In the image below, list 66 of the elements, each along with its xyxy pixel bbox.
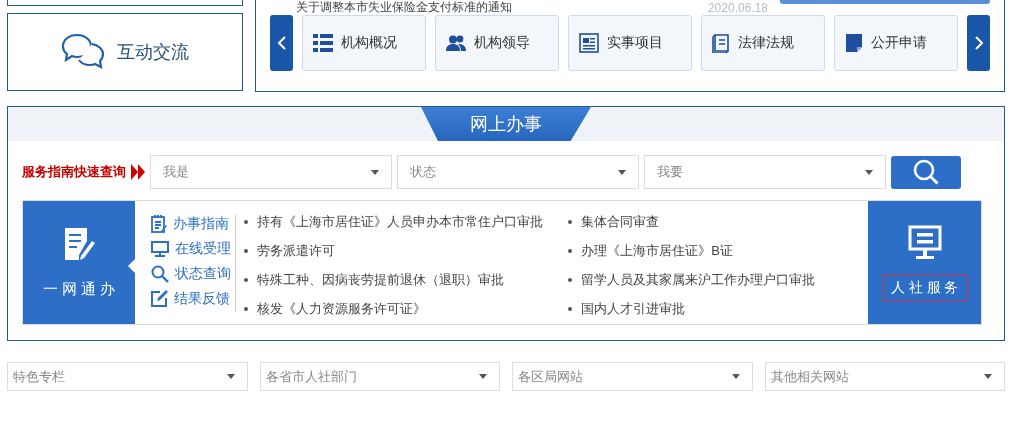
- news-date: 2020.06.18: [707, 0, 768, 15]
- bullet-icon: [244, 219, 249, 224]
- service-link[interactable]: 状态查询: [150, 263, 236, 284]
- monitor-icon: [150, 240, 169, 257]
- previous-button[interactable]: [270, 15, 293, 71]
- caret-icon: [865, 169, 873, 175]
- note-icon: [845, 33, 863, 53]
- caret-icon: [226, 374, 235, 379]
- search-button[interactable]: [891, 155, 961, 189]
- bullet-icon: [568, 306, 573, 311]
- quick-search-label: 服务指南快速查询: [22, 163, 126, 181]
- dropdown-field[interactable]: 状态: [397, 155, 639, 189]
- nav-tile[interactable]: 机构领导: [435, 15, 559, 71]
- one-network-panel[interactable]: 一 网 通 办: [23, 201, 135, 324]
- people-icon: [446, 35, 466, 51]
- dropdown-field[interactable]: 我是: [150, 155, 392, 189]
- chevron-left-icon: [277, 36, 286, 50]
- bullet-icon: [244, 248, 249, 253]
- section-title: 网上办事: [421, 107, 591, 141]
- caret-icon: [984, 374, 992, 379]
- bullet-icon: [244, 277, 249, 282]
- bullet-icon: [568, 277, 573, 282]
- dropdown-field[interactable]: 各区局网站: [512, 362, 753, 391]
- list-icon: [313, 34, 333, 52]
- search-icon: [150, 264, 169, 283]
- document-edit-icon: [62, 226, 95, 262]
- service-item[interactable]: 持有《上海市居住证》人员申办本市常住户口审批: [244, 207, 569, 236]
- nav-tile[interactable]: 实事项目: [568, 15, 692, 71]
- caret-icon: [371, 169, 379, 175]
- edit-icon: [150, 290, 168, 307]
- interaction-card[interactable]: 互动交流: [7, 13, 243, 91]
- caret-icon: [618, 169, 626, 175]
- service-item[interactable]: 国内人才引进审批: [568, 294, 869, 323]
- service-item[interactable]: 集体合同审查: [568, 207, 869, 236]
- bullet-icon: [568, 248, 573, 253]
- service-link[interactable]: 结果反馈: [150, 288, 236, 309]
- service-item[interactable]: 核发《人力资源服务许可证》: [244, 294, 569, 323]
- dropdown-field[interactable]: 我要: [644, 155, 886, 189]
- hr-service-button[interactable]: 人 社 服 务: [881, 274, 968, 301]
- service-item[interactable]: 留学人员及其家属来沪工作办理户口审批: [568, 265, 869, 294]
- news-link[interactable]: 关于调整本市失业保险金支付标准的通知: [296, 0, 696, 16]
- monitor-icon: [906, 224, 943, 261]
- nav-tile[interactable]: 公开申请: [834, 15, 958, 71]
- caret-icon: [479, 374, 487, 379]
- dropdown-field[interactable]: 其他相关网站: [764, 362, 1005, 391]
- card-label: 互动交流: [117, 41, 189, 64]
- nav-tile[interactable]: 法律法规: [701, 15, 825, 71]
- nav-tile[interactable]: 机构概况: [302, 15, 426, 71]
- dropdown-field[interactable]: 特色专栏: [7, 362, 248, 391]
- bullet-icon: [568, 219, 573, 224]
- document-icon: [579, 33, 599, 53]
- panel-label: 一 网 通 办: [42, 280, 116, 299]
- search-icon: [913, 159, 939, 185]
- service-item[interactable]: 办理《上海市居住证》B证: [568, 236, 869, 265]
- caret-icon: [731, 374, 740, 379]
- book-icon: [712, 33, 730, 53]
- next-button[interactable]: [967, 15, 990, 71]
- dropdown-field[interactable]: 各省市人社部门: [259, 362, 500, 391]
- chevron-right-icon: [974, 36, 983, 50]
- clipboard-icon: [150, 214, 167, 233]
- double-arrow-icon: [131, 164, 145, 180]
- service-link[interactable]: 在线受理: [150, 238, 236, 259]
- service-item[interactable]: 特殊工种、因病丧劳提前退休（退职）审批: [244, 265, 569, 294]
- service-link[interactable]: 办事指南: [150, 213, 236, 234]
- bullet-icon: [244, 306, 249, 311]
- service-item[interactable]: 劳务派遣许可: [244, 236, 569, 265]
